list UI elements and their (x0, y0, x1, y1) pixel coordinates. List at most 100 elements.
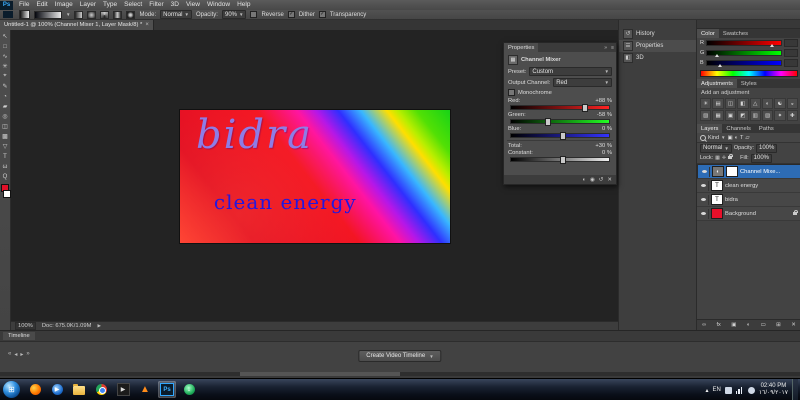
radial-gradient-icon[interactable] (87, 10, 97, 19)
firefox-icon[interactable] (26, 381, 44, 398)
mode-select[interactable]: Normal ▼ (160, 10, 192, 19)
quick-select-tool[interactable]: ✳ (1, 62, 10, 71)
dock-item-properties[interactable]: ☰ Properties (619, 40, 697, 52)
menu-image[interactable]: Image (52, 0, 76, 10)
posterize-adjustment-icon[interactable]: ▥ (749, 110, 761, 121)
lasso-tool[interactable]: ∿ (1, 52, 10, 61)
hand-tool[interactable]: ω (1, 162, 10, 171)
menu-help[interactable]: Help (234, 0, 253, 10)
menu-edit[interactable]: Edit (33, 0, 50, 10)
tab-layers[interactable]: Layers (697, 124, 723, 133)
tab-swatches[interactable]: Swatches (719, 29, 752, 38)
marquee-tool[interactable]: □ (1, 42, 10, 51)
brightness-adjustment-icon[interactable]: ☀ (700, 98, 712, 109)
output-channel-select[interactable]: Red ▼ (553, 78, 612, 87)
tab-color[interactable]: Color (697, 29, 719, 38)
crop-tool[interactable]: ⌖ (1, 72, 10, 81)
layer-mask-thumbnail[interactable] (726, 166, 738, 177)
layer-row-channel-mixer[interactable]: ◐ Channel Mixe... (697, 164, 800, 179)
filter-shape-icon[interactable]: ▱ (745, 135, 749, 141)
layer-name[interactable]: clean energy (725, 183, 799, 189)
menu-layer[interactable]: Layer (77, 0, 99, 10)
filter-adjustment-icon[interactable]: ◐ (735, 135, 738, 141)
angle-gradient-icon[interactable] (100, 10, 110, 19)
properties-panel-header[interactable]: Properties » ≡ (504, 43, 616, 52)
invert-adjustment-icon[interactable]: ◩ (737, 110, 749, 121)
blue-mixer-slider[interactable] (510, 132, 610, 140)
curves-adjustment-icon[interactable]: ◫ (724, 98, 737, 109)
action-center-icon[interactable] (724, 386, 732, 394)
menu-window[interactable]: Window (204, 0, 233, 10)
blend-mode-select[interactable]: Normal ▼ (700, 143, 732, 153)
visibility-eye-icon[interactable] (699, 208, 709, 219)
green-mixer-slider[interactable] (510, 118, 610, 126)
photofilter-adjustment-icon[interactable]: ▨ (700, 110, 712, 121)
close-icon[interactable]: × (145, 22, 149, 28)
visibility-eye-icon[interactable] (700, 166, 710, 177)
gradient-picker-caret[interactable]: ▼ (66, 12, 70, 17)
color-slider-green[interactable]: G (697, 48, 800, 58)
colorlookup-adjustment-icon[interactable]: ▣ (724, 110, 737, 121)
chrome-icon[interactable] (92, 381, 110, 398)
eraser-tool[interactable]: ◫ (1, 122, 10, 131)
green-slider-track[interactable] (706, 50, 782, 57)
panel-menu-icon[interactable]: ≡ (609, 45, 616, 51)
status-menu-caret[interactable]: ▶ (97, 323, 100, 329)
pen-tool[interactable]: ▽ (1, 142, 10, 151)
document-artwork[interactable]: bidra clean energy (180, 110, 450, 243)
dock-item-history[interactable]: ↺ History (619, 28, 697, 40)
selectivecolor-adjustment-icon[interactable]: ✚ (786, 110, 798, 121)
layer-opacity-select[interactable]: 100% (756, 143, 778, 153)
play-icon[interactable]: ▸ (20, 351, 23, 358)
go-to-start-icon[interactable]: « (8, 351, 11, 358)
diamond-gradient-icon[interactable] (126, 10, 136, 19)
document-tab[interactable]: Untitled-1 @ 100% (Channel Mixer 1, Laye… (0, 20, 154, 30)
fill-select[interactable]: 100% (750, 153, 773, 163)
zoom-level[interactable]: 100% (15, 322, 36, 330)
reflected-gradient-icon[interactable] (113, 10, 123, 19)
visibility-eye-icon[interactable] (699, 180, 709, 191)
dock-item-3d[interactable]: ◧ 3D (619, 52, 697, 64)
menu-select[interactable]: Select (121, 0, 145, 10)
green-mixer-value[interactable]: -58 (597, 112, 605, 118)
vibrance-adjustment-icon[interactable]: △ (749, 98, 761, 109)
levels-adjustment-icon[interactable]: ▤ (712, 98, 724, 109)
filter-pixel-icon[interactable]: ▣ (727, 135, 732, 141)
move-tool[interactable]: ↖ (1, 32, 10, 41)
show-desktop-button[interactable] (792, 379, 798, 400)
reverse-checkbox[interactable] (250, 11, 258, 18)
delete-icon[interactable]: ✕ (607, 177, 612, 183)
gradient-tool-icon[interactable] (19, 10, 30, 19)
lock-position-icon[interactable]: ✛ (722, 155, 726, 161)
new-adjustment-icon[interactable]: ◐ (747, 322, 750, 328)
transparency-checkbox[interactable]: ✓ (318, 11, 326, 18)
clip-layer-icon[interactable]: ◐ (583, 177, 586, 183)
visibility-eye-icon[interactable] (699, 194, 709, 205)
tab-paths[interactable]: Paths (755, 124, 778, 133)
text-layer-thumbnail[interactable]: T (711, 180, 723, 191)
delete-layer-icon[interactable]: ✕ (791, 322, 796, 328)
gradientmap-adjustment-icon[interactable]: ✦ (774, 110, 786, 121)
clock[interactable]: 02:40 PM ١٦/٠٩/٢٠١٧ (759, 383, 788, 398)
eyedropper-tool[interactable]: ✎ (1, 82, 10, 91)
monochrome-checkbox[interactable] (508, 89, 515, 96)
hue-adjustment-icon[interactable]: ◐ (761, 98, 774, 109)
lock-all-icon[interactable] (728, 154, 734, 161)
language-indicator[interactable]: EN (713, 387, 721, 393)
next-frame-icon[interactable]: » (26, 351, 29, 358)
linear-gradient-icon[interactable] (74, 10, 84, 19)
channelmixer-adjustment-icon[interactable]: ▦ (712, 110, 724, 121)
reset-icon[interactable]: ↺ (599, 177, 604, 183)
blue-mixer-value[interactable]: 0 (602, 126, 605, 132)
menu-type[interactable]: Type (100, 0, 120, 10)
layer-row-bidra[interactable]: T bidra (697, 193, 800, 207)
download-manager-icon[interactable]: ↓ (180, 381, 198, 398)
exposure-adjustment-icon[interactable]: ◧ (737, 98, 749, 109)
tray-expand-icon[interactable]: ▴ (706, 387, 709, 394)
text-layer-thumbnail[interactable]: T (711, 194, 723, 205)
menu-filter[interactable]: Filter (146, 0, 166, 10)
create-video-timeline-button[interactable]: Create Video Timeline ▼ (358, 350, 442, 362)
visibility-eye-icon[interactable]: ◉ (590, 177, 595, 183)
lock-transparency-icon[interactable]: ▦ (715, 155, 720, 161)
blue-value-box[interactable] (784, 59, 798, 67)
